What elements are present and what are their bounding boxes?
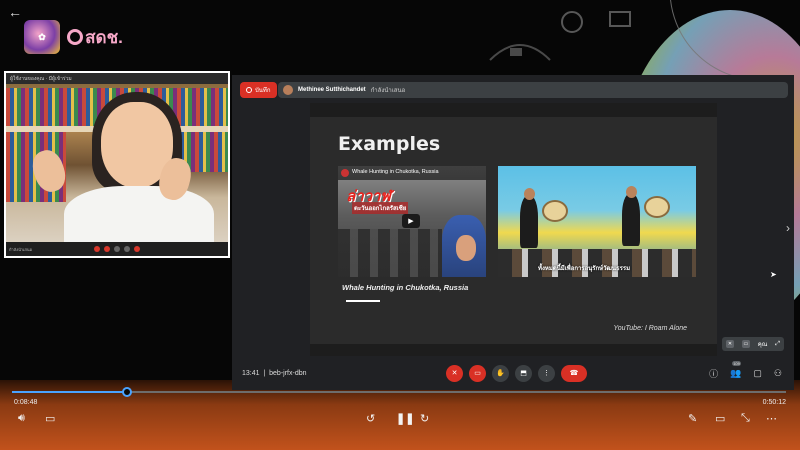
self-view-controls: กำลังนำเสนอ (6, 242, 228, 256)
dancer-head (524, 188, 535, 200)
end-call-icon[interactable] (134, 246, 140, 252)
presenter-name: Methinee Sutthichandet (298, 87, 366, 93)
call-buttons: ✕ ▭ ✋ ⬒ ⋮ ☎ (446, 364, 587, 382)
self-view-label: คุณ (757, 342, 768, 348)
channel-avatar (341, 169, 349, 177)
self-view-header: ผู้ใช้งานของคุณ · มีผู้เข้าร่วม (6, 73, 228, 84)
drum-shape (644, 196, 670, 218)
slide-top-band (310, 103, 717, 117)
presenter-bar: Methinee Sutthichandet กำลังนำเสนอ (278, 82, 788, 98)
pen-icon[interactable]: ✎ (688, 412, 697, 425)
captions-icon[interactable] (114, 246, 120, 252)
thumbnail-crowd (338, 229, 442, 277)
thumbnail-face (456, 235, 476, 261)
back-arrow-icon[interactable]: ← (8, 4, 22, 20)
meeting-side-buttons: ⓘ 👥 109 ▢ ⚇ (709, 360, 782, 380)
self-view-video (6, 84, 228, 246)
video-thumbnail-1: Whale Hunting in Chukotka, Russia ล่าวาฬ… (338, 166, 486, 277)
raise-hand-icon[interactable]: ✋ (492, 364, 509, 382)
brand-logo-right: สดช. (66, 20, 124, 54)
drum-shape (542, 200, 568, 222)
self-view-window[interactable]: ผู้ใช้งานของคุณ · มีผู้เข้าร่วม กำลังนำเ… (4, 71, 230, 258)
pause-icon[interactable]: ❚❚ (396, 412, 414, 425)
mic-off-icon[interactable] (94, 246, 100, 252)
presentation-slide: Examples Whale Hunting in Chukotka, Russ… (310, 103, 717, 356)
camera-off-icon[interactable]: ▭ (469, 364, 486, 382)
play-icon: ▶ (402, 214, 420, 228)
camera-off-icon[interactable]: ▭ (741, 340, 750, 348)
record-badge[interactable]: บันทึก (240, 82, 277, 98)
self-view-name: กำลังนำเสนอ (9, 246, 32, 252)
participant-count: 109 (732, 360, 741, 366)
dancer-head (626, 186, 637, 198)
seek-bar-fill (12, 391, 128, 393)
chat-icon[interactable]: ▢ (753, 368, 762, 379)
slide-source: YouTube: I Roam Alone (613, 325, 687, 332)
brand-logo-left: ✿ (24, 20, 60, 54)
meeting-code: beb-jrfx-dbn (269, 369, 307, 377)
present-icon[interactable]: ⬒ (515, 364, 532, 382)
self-view-mini-controls: ✕ ▭ คุณ ⤢ (722, 337, 784, 351)
slide-bottom-band (310, 344, 717, 356)
presenter-status: กำลังนำเสนอ (370, 88, 406, 94)
thumbnail-overlay-subtitle: ตะวันออกไกลรัสเซีย (352, 202, 409, 214)
expand-icon[interactable]: ⤢ (775, 341, 780, 348)
chevron-right-icon[interactable]: › (786, 221, 790, 235)
slide-divider (346, 300, 380, 302)
info-icon[interactable]: ⓘ (709, 367, 718, 380)
subtitles-icon[interactable]: ▭ (45, 412, 55, 425)
forward-30-icon[interactable]: ↻ (420, 412, 429, 425)
meeting-window: บันทึก Methinee Sutthichandet กำลังนำเสน… (232, 75, 794, 390)
remaining-time: 0:50:12 (762, 399, 786, 406)
record-label: บันทึก (255, 88, 271, 94)
slide-title: Examples (338, 133, 441, 155)
record-icon (246, 87, 252, 93)
camera-off-icon[interactable] (104, 246, 110, 252)
more-options-icon[interactable]: ⋮ (538, 364, 555, 382)
end-call-icon[interactable]: ☎ (561, 364, 587, 382)
background-doodles (489, 0, 732, 75)
meeting-controls: 13:41 | beb-jrfx-dbn ✕ ▭ ✋ ⬒ ⋮ ☎ ⓘ 👥 109 … (232, 356, 794, 390)
activities-icon[interactable]: ⚇ (774, 368, 782, 379)
seek-bar[interactable] (12, 387, 786, 397)
exit-fullscreen-icon[interactable]: ⤡ (741, 412, 750, 425)
video-subtitle: ทั้งหมดนี้มีเพื่อการอนุรักษ์วัฒนธรรม (538, 266, 631, 272)
rewind-10-icon[interactable]: ↺ (366, 412, 375, 425)
dancer-figure (520, 196, 538, 248)
present-icon[interactable] (124, 246, 130, 252)
video-thumbnail-2: ทั้งหมดนี้มีเพื่อการอนุรักษ์วัฒนธรรม (498, 166, 696, 277)
more-icon[interactable]: ⋯ (766, 412, 777, 425)
slide-caption: Whale Hunting in Chukotka, Russia (342, 283, 469, 292)
mouse-cursor-icon: ➤ (770, 270, 777, 279)
mic-off-icon[interactable]: ✕ (446, 364, 463, 382)
elapsed-time: 0:08:48 (14, 399, 38, 406)
thumbnail-title: Whale Hunting in Chukotka, Russia (338, 166, 486, 180)
mic-off-icon[interactable]: ✕ (725, 340, 734, 348)
people-icon[interactable]: 👥 109 (730, 360, 741, 379)
video-player: ← ✿ สดช. ผู้ใช้งานของคุณ · มีผู้เข้าร่วม… (0, 0, 800, 450)
cast-icon[interactable]: ▭ (715, 412, 725, 425)
meeting-time-code: 13:41 | beb-jrfx-dbn (242, 369, 307, 377)
volume-icon[interactable]: 🔊︎ (18, 412, 25, 425)
player-controls: 🔊︎ ▭ ↺ ❚❚ ↻ ✎ ▭ ⤡ ⋯ (0, 412, 800, 434)
meeting-time: 13:41 (242, 369, 260, 377)
speaker-shirt (64, 186, 214, 246)
presenter-avatar (283, 85, 293, 95)
dancer-figure (622, 194, 640, 246)
